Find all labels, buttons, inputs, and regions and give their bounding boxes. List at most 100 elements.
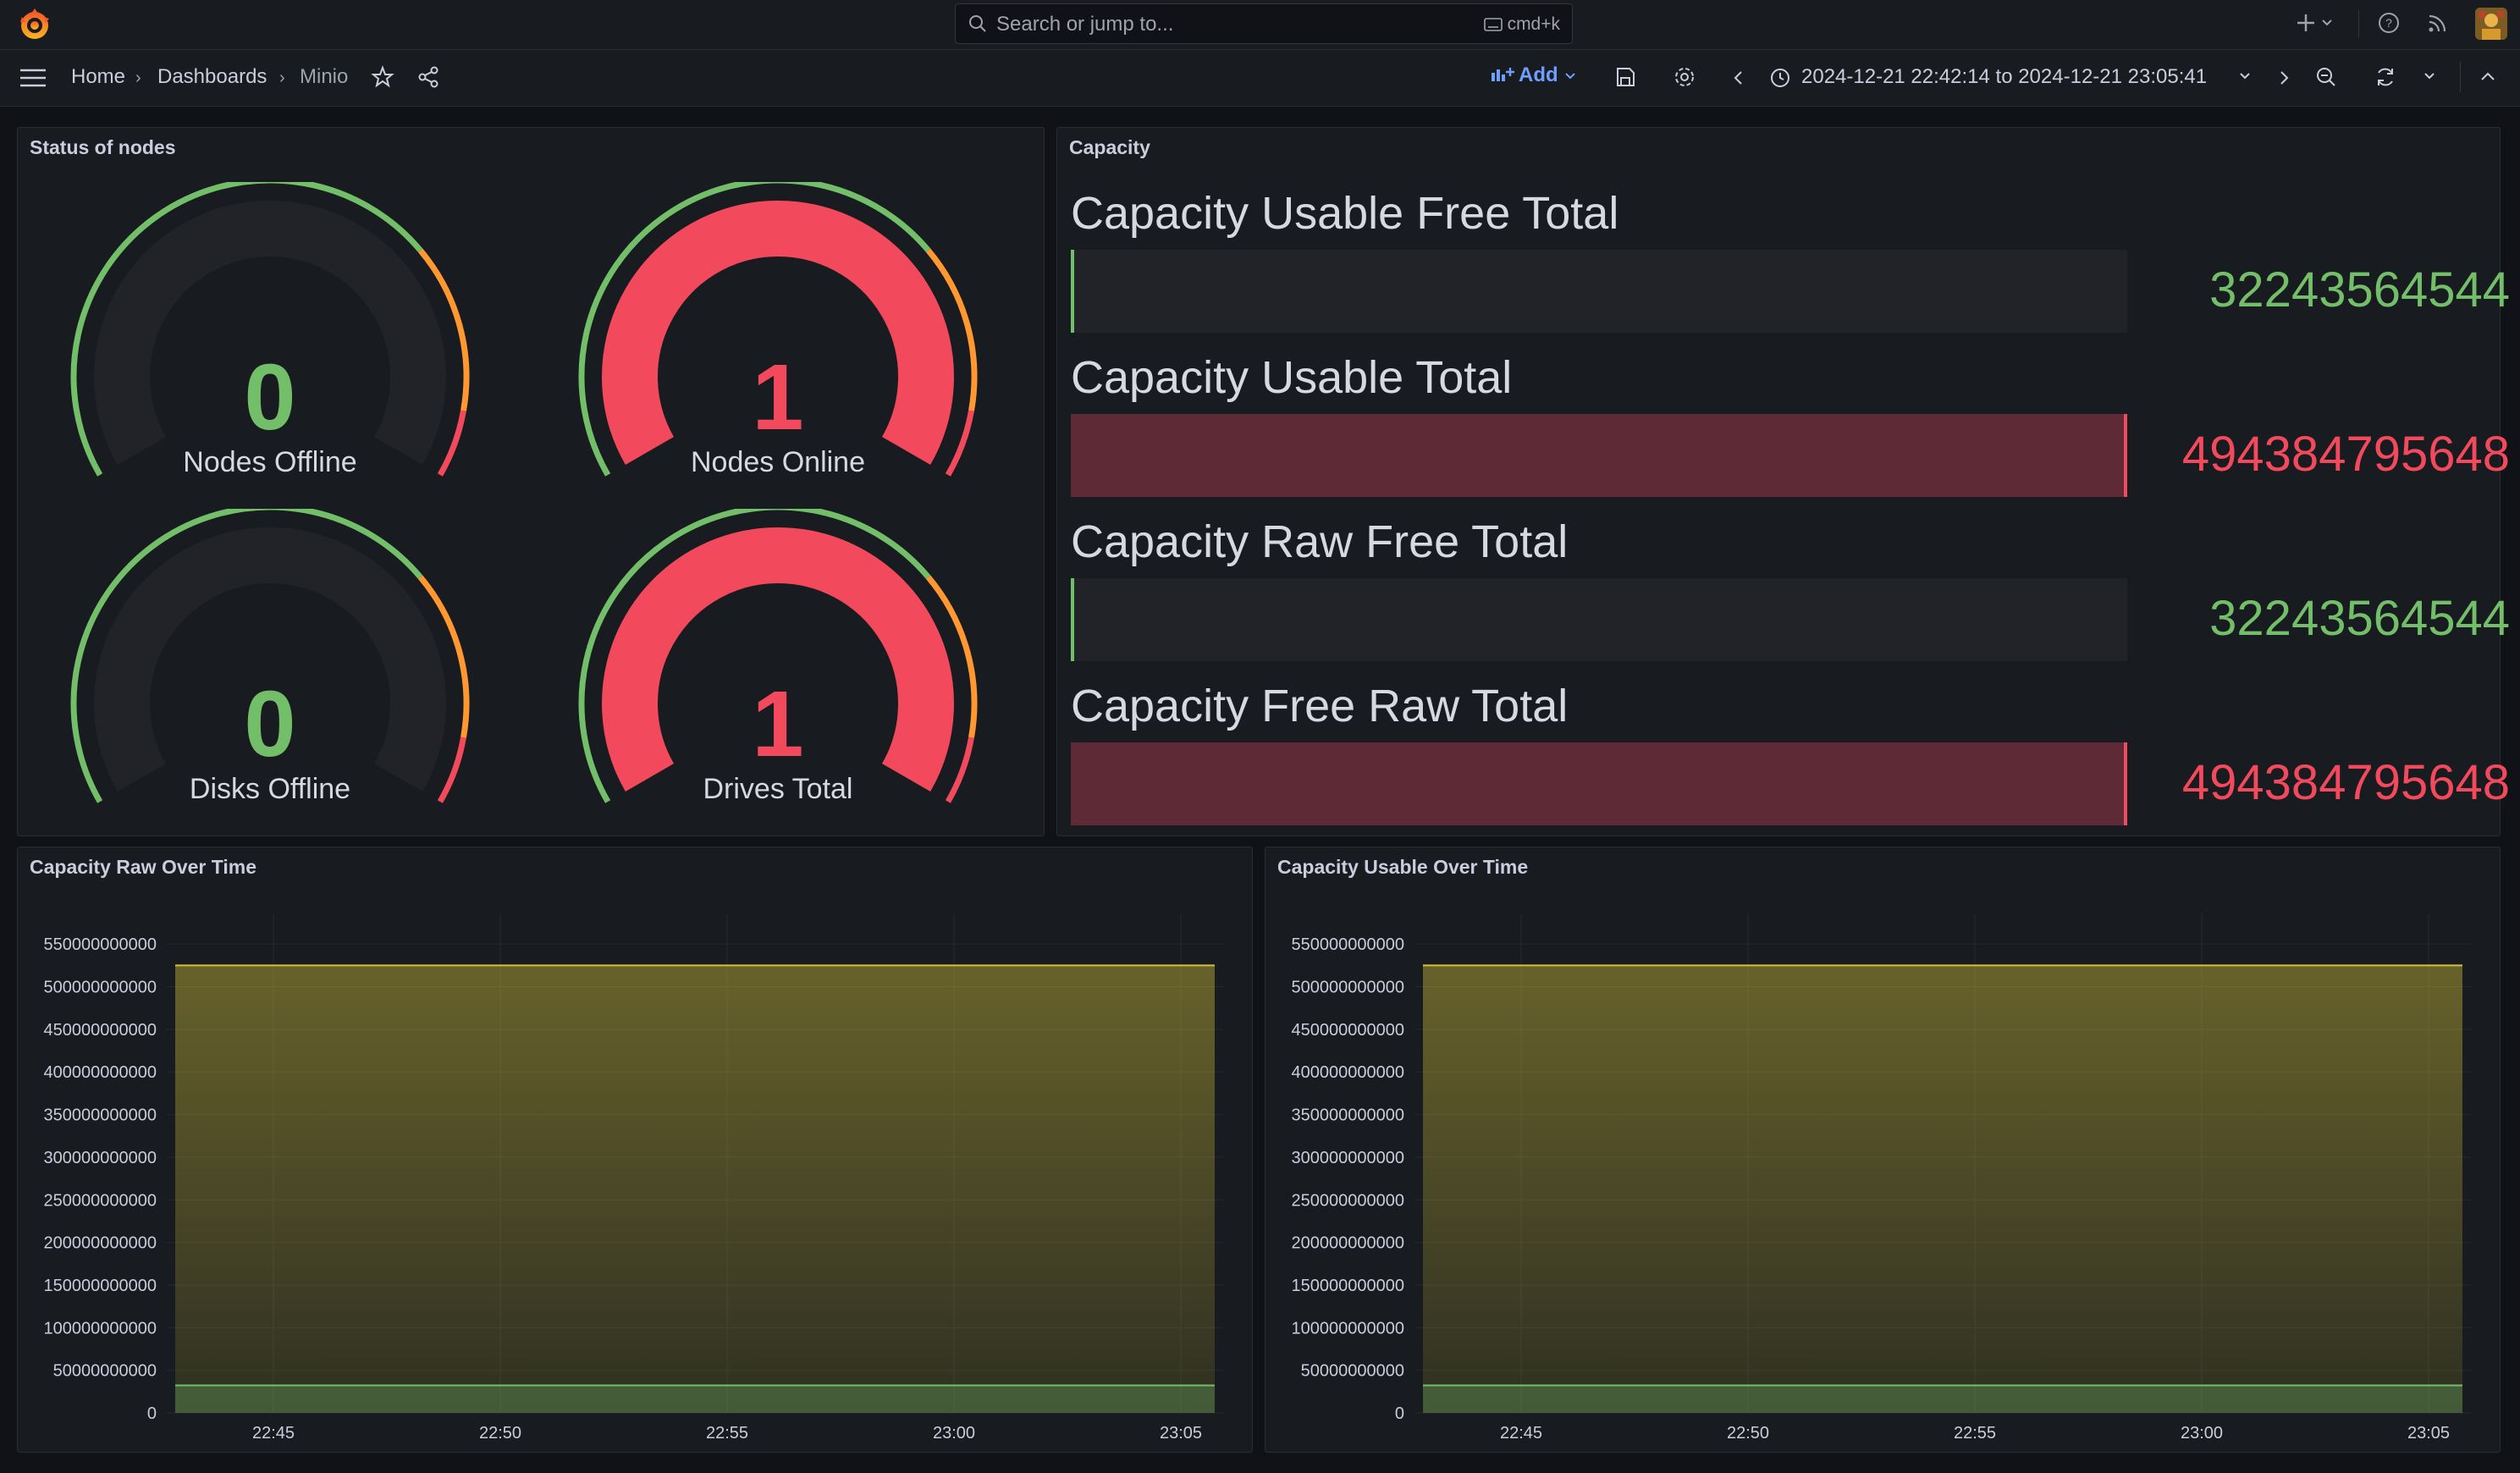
menu-button[interactable] xyxy=(19,67,47,93)
y-tick-label: 300000000000 xyxy=(44,1149,157,1167)
bar-gauge-row: Capacity Usable Total 494384795648 xyxy=(1071,351,2510,504)
series-area xyxy=(1423,965,2462,1413)
y-tick-label: 500000000000 xyxy=(1292,979,1404,997)
hamburger-icon xyxy=(20,69,46,87)
bar-gauge-track xyxy=(1071,250,2127,333)
grafana-logo-icon[interactable] xyxy=(17,7,52,42)
refresh-icon xyxy=(2378,68,2393,86)
share-button[interactable] xyxy=(416,65,440,93)
y-tick-label: 550000000000 xyxy=(44,935,157,954)
bar-gauge-edge xyxy=(1071,578,1074,661)
panel-title: Capacity xyxy=(1069,136,1150,158)
x-tick-label: 23:05 xyxy=(2407,1424,2450,1443)
bar-gauge-track xyxy=(1071,414,2127,497)
chevron-left-icon xyxy=(1734,71,1742,85)
chevron-right-icon xyxy=(2280,71,2289,85)
new-button[interactable] xyxy=(2296,11,2336,41)
y-tick-label: 100000000000 xyxy=(44,1319,157,1338)
shortcut-text: cmd+k xyxy=(1507,14,1560,34)
bar-gauge-edge xyxy=(2124,742,2127,825)
time-range-dropdown[interactable] xyxy=(2238,70,2252,86)
gauge-value: 0 xyxy=(244,672,296,776)
gear-icon xyxy=(1675,68,1694,86)
y-tick-label: 200000000000 xyxy=(1292,1234,1404,1253)
y-tick-label: 100000000000 xyxy=(1292,1319,1404,1338)
search-icon xyxy=(969,15,986,32)
favorite-button[interactable] xyxy=(371,65,394,93)
capacity-usable-over-time-panel: Capacity Usable Over Time 550000000000 50… xyxy=(1265,847,2501,1453)
gauge-label: Nodes Online xyxy=(690,446,865,478)
bar-gauge-title: Capacity Raw Free Total xyxy=(1071,516,1569,567)
keyboard-icon xyxy=(1483,18,1503,32)
save-dashboard-button[interactable] xyxy=(1613,65,1637,93)
y-tick-label: 150000000000 xyxy=(44,1277,157,1295)
breadcrumb-dashboards[interactable]: Dashboards xyxy=(157,65,267,89)
gauge-label: Disks Offline xyxy=(189,773,351,805)
bar-gauge-value: 494384795648 xyxy=(2181,427,2510,482)
plus-icon xyxy=(2297,14,2332,31)
y-tick-label: 450000000000 xyxy=(1292,1021,1404,1040)
x-tick-label: 22:50 xyxy=(479,1424,521,1443)
bar-gauge-title: Capacity Free Raw Total xyxy=(1071,681,1569,731)
settings-button[interactable] xyxy=(1673,65,1696,93)
chevron-down-icon xyxy=(2424,73,2435,80)
bar-gauge-value: 494384795648 xyxy=(2181,755,2510,810)
y-tick-label: 50000000000 xyxy=(53,1362,157,1381)
refresh-button[interactable] xyxy=(2374,65,2397,93)
search-input[interactable]: Search or jump to... cmd+k xyxy=(955,3,1573,44)
refresh-interval-dropdown[interactable] xyxy=(2423,70,2436,86)
x-tick-label: 22:55 xyxy=(1954,1424,1996,1443)
x-tick-label: 23:05 xyxy=(1160,1424,1202,1443)
y-tick-label: 0 xyxy=(1395,1404,1404,1423)
bar-gauge-track xyxy=(1071,742,2127,825)
y-tick-label: 250000000000 xyxy=(1292,1191,1404,1210)
rss-icon xyxy=(2429,14,2446,32)
star-icon xyxy=(371,65,394,88)
y-tick-label: 300000000000 xyxy=(1292,1149,1404,1167)
chevron-down-icon xyxy=(1565,73,1576,80)
x-tick-label: 22:55 xyxy=(706,1424,748,1443)
y-tick-label: 200000000000 xyxy=(44,1234,157,1253)
top-bar: Search or jump to... cmd+k ? xyxy=(0,0,2520,50)
gauge-nodes-online: 1 Nodes Online xyxy=(566,182,990,504)
time-range-picker[interactable]: 2024-12-21 22:42:14 to 2024-12-21 23:05:… xyxy=(1801,65,2207,89)
divider xyxy=(2460,62,2461,92)
y-tick-label: 350000000000 xyxy=(44,1106,157,1125)
status-of-nodes-panel: Status of nodes 0 Nodes Offline 1 Nodes Onl… xyxy=(17,127,1045,836)
add-label: Add xyxy=(1519,63,1558,86)
gauge-drives-total: 1 Drives Total xyxy=(566,509,990,830)
bar-gauge-edge xyxy=(1071,250,1074,333)
y-tick-label: 0 xyxy=(147,1404,157,1423)
dashboard-nav-bar: Home › Dashboards › Minio Add 2024-12-21… xyxy=(0,50,2520,107)
series-area xyxy=(1423,1385,2462,1413)
gauge-value: 0 xyxy=(244,345,296,450)
zoom-out-button[interactable] xyxy=(2314,65,2338,93)
y-tick-label: 250000000000 xyxy=(44,1191,157,1210)
zoom-out-icon xyxy=(2317,68,2335,86)
x-tick-label: 23:00 xyxy=(2181,1424,2223,1443)
news-button[interactable] xyxy=(2426,11,2450,39)
y-tick-label: 350000000000 xyxy=(1292,1106,1404,1125)
x-tick-label: 22:50 xyxy=(1727,1424,1769,1443)
add-button[interactable]: Add xyxy=(1490,63,1577,87)
gauge-disks-offline: 0 Disks Offline xyxy=(58,509,482,830)
divider xyxy=(2358,10,2359,37)
y-tick-label: 550000000000 xyxy=(1292,935,1404,954)
help-button[interactable]: ? xyxy=(2377,11,2401,39)
gauge-label: Nodes Offline xyxy=(183,446,357,478)
time-shift-forward-button[interactable] xyxy=(2275,69,2292,91)
y-tick-label: 400000000000 xyxy=(44,1063,157,1082)
bar-gauge-value: 32243564544 xyxy=(2209,591,2510,646)
bar-gauge-title: Capacity Usable Free Total xyxy=(1071,188,1619,239)
x-tick-label: 23:00 xyxy=(933,1424,975,1443)
gauge-value: 1 xyxy=(752,345,804,450)
panel-title: Status of nodes xyxy=(30,136,176,158)
x-tick-label: 22:45 xyxy=(252,1424,295,1443)
time-shift-back-button[interactable] xyxy=(1730,69,1747,91)
user-avatar[interactable] xyxy=(2475,8,2507,40)
svg-text:?: ? xyxy=(2385,16,2392,30)
clock-icon xyxy=(1769,67,1791,93)
collapse-button[interactable] xyxy=(2479,69,2497,88)
breadcrumb-home[interactable]: Home xyxy=(71,65,125,89)
capacity-raw-chart: 5500000000005000000000004500000000004000… xyxy=(44,913,1223,1443)
